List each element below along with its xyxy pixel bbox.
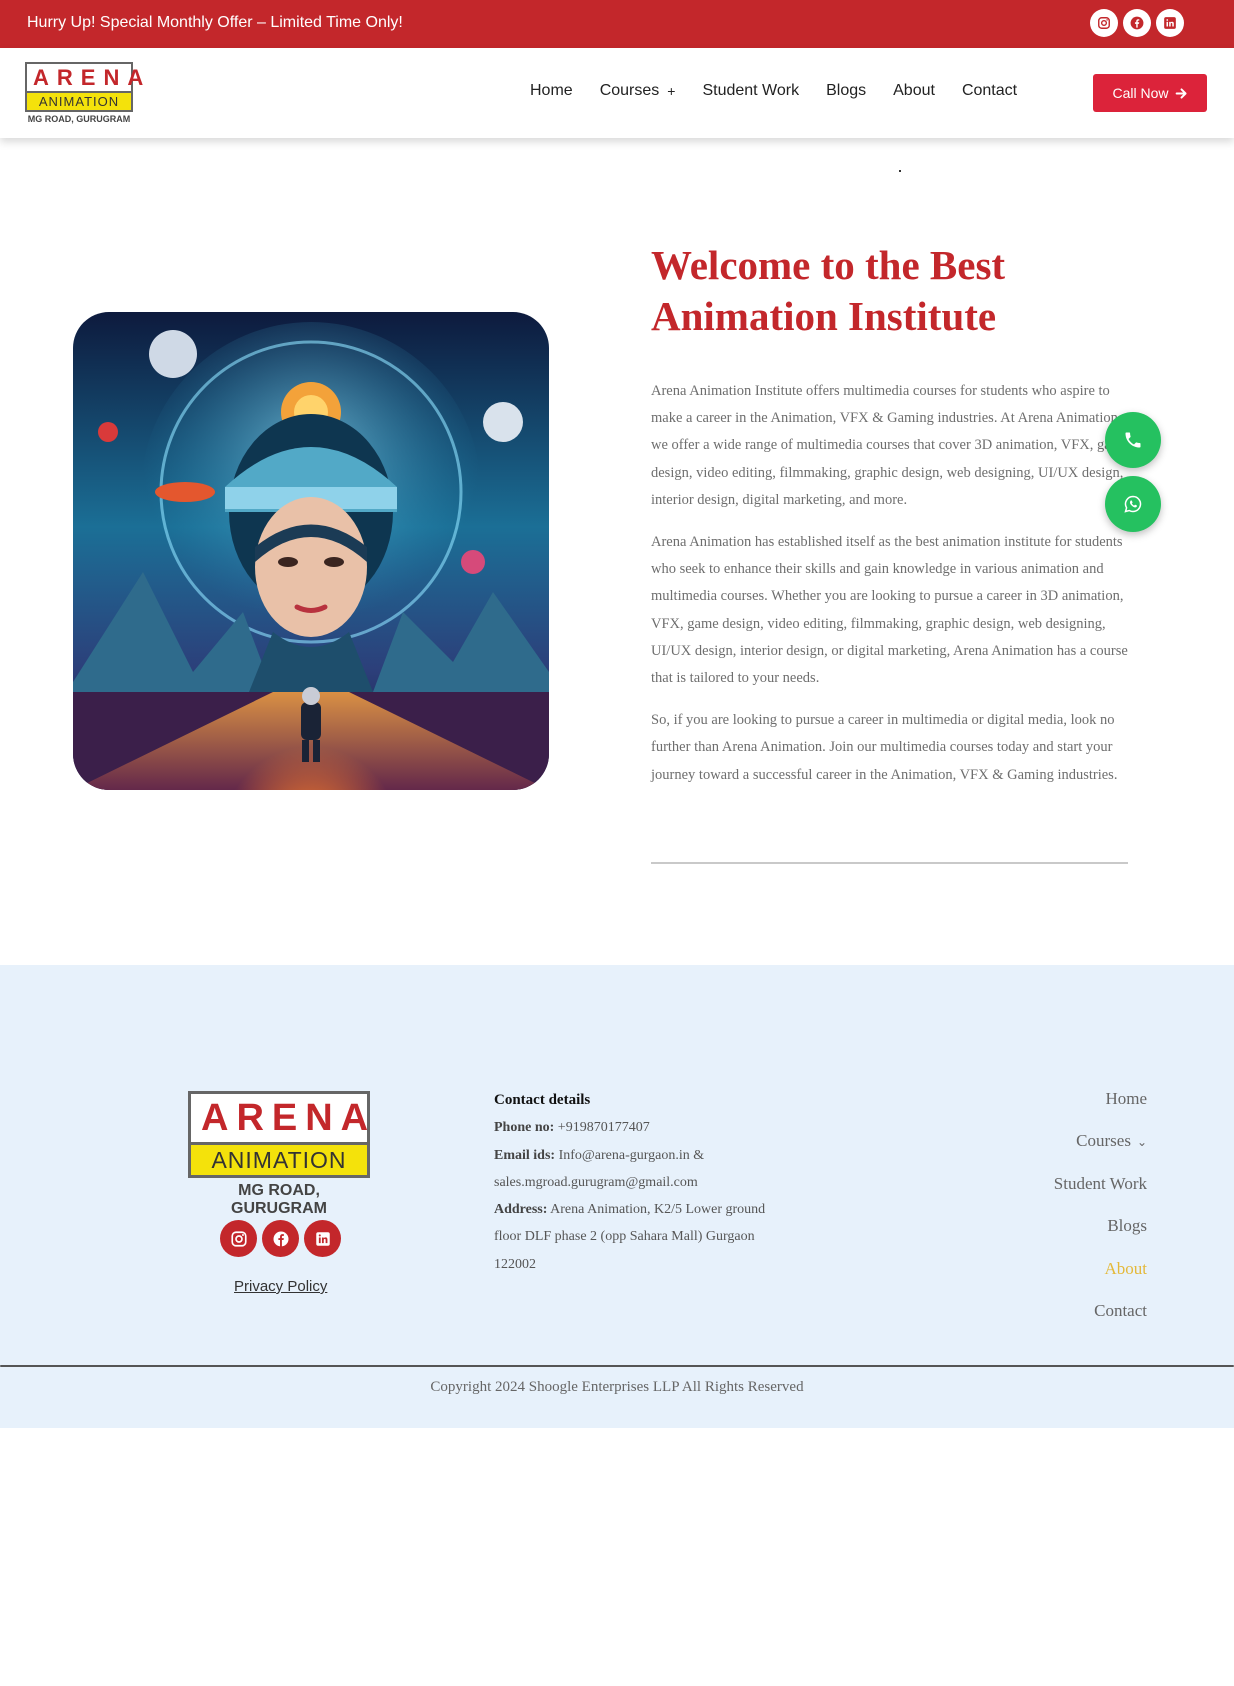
phone-label: Phone no: — [494, 1120, 555, 1136]
contact-heading: Contact details — [494, 1092, 591, 1108]
main-nav: Home Courses + Student Work Blogs About C… — [530, 82, 1044, 100]
instagram-icon[interactable] — [220, 1220, 257, 1257]
footer-logo-location-text: MG ROAD, GURUGRAM — [231, 1182, 327, 1217]
linkedin-icon[interactable] — [1156, 9, 1184, 37]
footer-nav-contact[interactable]: Contact — [1054, 1301, 1147, 1343]
address-label: Address: — [494, 1202, 548, 1218]
chevron-down-icon: ⌄ — [1136, 1135, 1147, 1150]
hero-paragraph-1: Arena Animation Institute offers multime… — [651, 383, 1129, 508]
nav-student-work[interactable]: Student Work — [702, 82, 799, 100]
footer-nav-student-work[interactable]: Student Work — [1054, 1174, 1147, 1216]
nav-blogs[interactable]: Blogs — [826, 82, 866, 100]
footer-social-links — [220, 1220, 341, 1257]
footer-divider — [0, 1365, 1234, 1367]
privacy-policy-link[interactable]: Privacy Policy — [234, 1278, 327, 1295]
top-social-links — [1090, 9, 1184, 37]
whatsapp-float-button[interactable] — [1105, 476, 1161, 532]
phone-float-button[interactable] — [1105, 412, 1161, 468]
logo-animation-text: ANIMATION — [27, 91, 131, 110]
offer-bar: Hurry Up! Special Monthly Offer – Limite… — [0, 0, 1234, 48]
site-logo[interactable]: ARENA ANIMATION MG ROAD, GURUGRAM — [25, 62, 152, 124]
footer-logo[interactable]: ARENA ANIMATION MG ROAD, GURUGRAM — [188, 1091, 370, 1218]
nav-courses-label: Courses — [599, 82, 660, 99]
facebook-icon[interactable] — [1123, 9, 1151, 37]
contact-address: Address: Arena Animation, K2/5 Lower gro… — [494, 1196, 794, 1278]
email-label: Email ids: — [494, 1147, 556, 1163]
footer-logo-arena-text: ARENA — [201, 1097, 377, 1139]
site-footer: ARENA ANIMATION MG ROAD, GURUGRAM Privac… — [0, 965, 1234, 1428]
call-now-label: Call Now — [1112, 85, 1169, 101]
plus-icon: + — [667, 83, 676, 99]
hero-paragraph-3: So, if you are looking to pursue a caree… — [651, 712, 1118, 783]
nav-contact[interactable]: Contact — [962, 82, 1017, 100]
nav-home[interactable]: Home — [530, 82, 573, 100]
footer-nav-courses-label: Courses — [1076, 1131, 1131, 1151]
footer-nav-home[interactable]: Home — [1054, 1089, 1147, 1131]
footer-nav-blogs[interactable]: Blogs — [1054, 1216, 1147, 1258]
whatsapp-icon — [1124, 495, 1142, 513]
phone-value[interactable]: +919870177407 — [558, 1120, 650, 1135]
nav-courses[interactable]: Courses + — [600, 82, 676, 100]
facebook-icon[interactable] — [262, 1220, 299, 1257]
contact-details: Contact details Phone no: +919870177407 … — [494, 1087, 794, 1278]
logo-location-text: MG ROAD, GURUGRAM — [27, 114, 131, 124]
phone-icon — [1125, 432, 1141, 448]
footer-nav: Home Courses ⌄ Student Work Blogs About C… — [1054, 1089, 1147, 1343]
linkedin-icon[interactable] — [304, 1220, 341, 1257]
hero-illustration — [73, 312, 549, 790]
footer-nav-courses[interactable]: Courses ⌄ — [1054, 1131, 1147, 1173]
hero-paragraph-2: Arena Animation has established itself a… — [651, 534, 1128, 687]
stray-dot — [899, 170, 901, 172]
offer-text: Hurry Up! Special Monthly Offer – Limite… — [27, 14, 403, 31]
footer-logo-animation-text: ANIMATION — [191, 1142, 367, 1175]
section-divider — [651, 862, 1128, 864]
copyright-text: Copyright 2024 Shoogle Enterprises LLP A… — [430, 1379, 804, 1395]
instagram-icon[interactable] — [1090, 9, 1118, 37]
hero-description: Arena Animation Institute offers multime… — [651, 378, 1129, 804]
arrow-right-icon — [1175, 87, 1187, 99]
contact-email: Email ids: Info@arena-gurgaon.in & sales… — [494, 1142, 794, 1197]
hero-title: Welcome to the Best Animation Institute — [651, 242, 1006, 339]
footer-nav-about[interactable]: About — [1054, 1259, 1148, 1301]
footer-logo-frame: ARENA ANIMATION — [188, 1091, 370, 1178]
call-now-button[interactable]: Call Now — [1093, 74, 1207, 112]
contact-phone: Phone no: +919870177407 — [494, 1114, 794, 1141]
logo-frame: ARENA ANIMATION — [25, 62, 152, 112]
logo-arena-text: ARENA — [33, 65, 152, 90]
nav-about[interactable]: About — [893, 82, 935, 100]
site-header: ARENA ANIMATION MG ROAD, GURUGRAM Home C… — [0, 48, 1234, 138]
